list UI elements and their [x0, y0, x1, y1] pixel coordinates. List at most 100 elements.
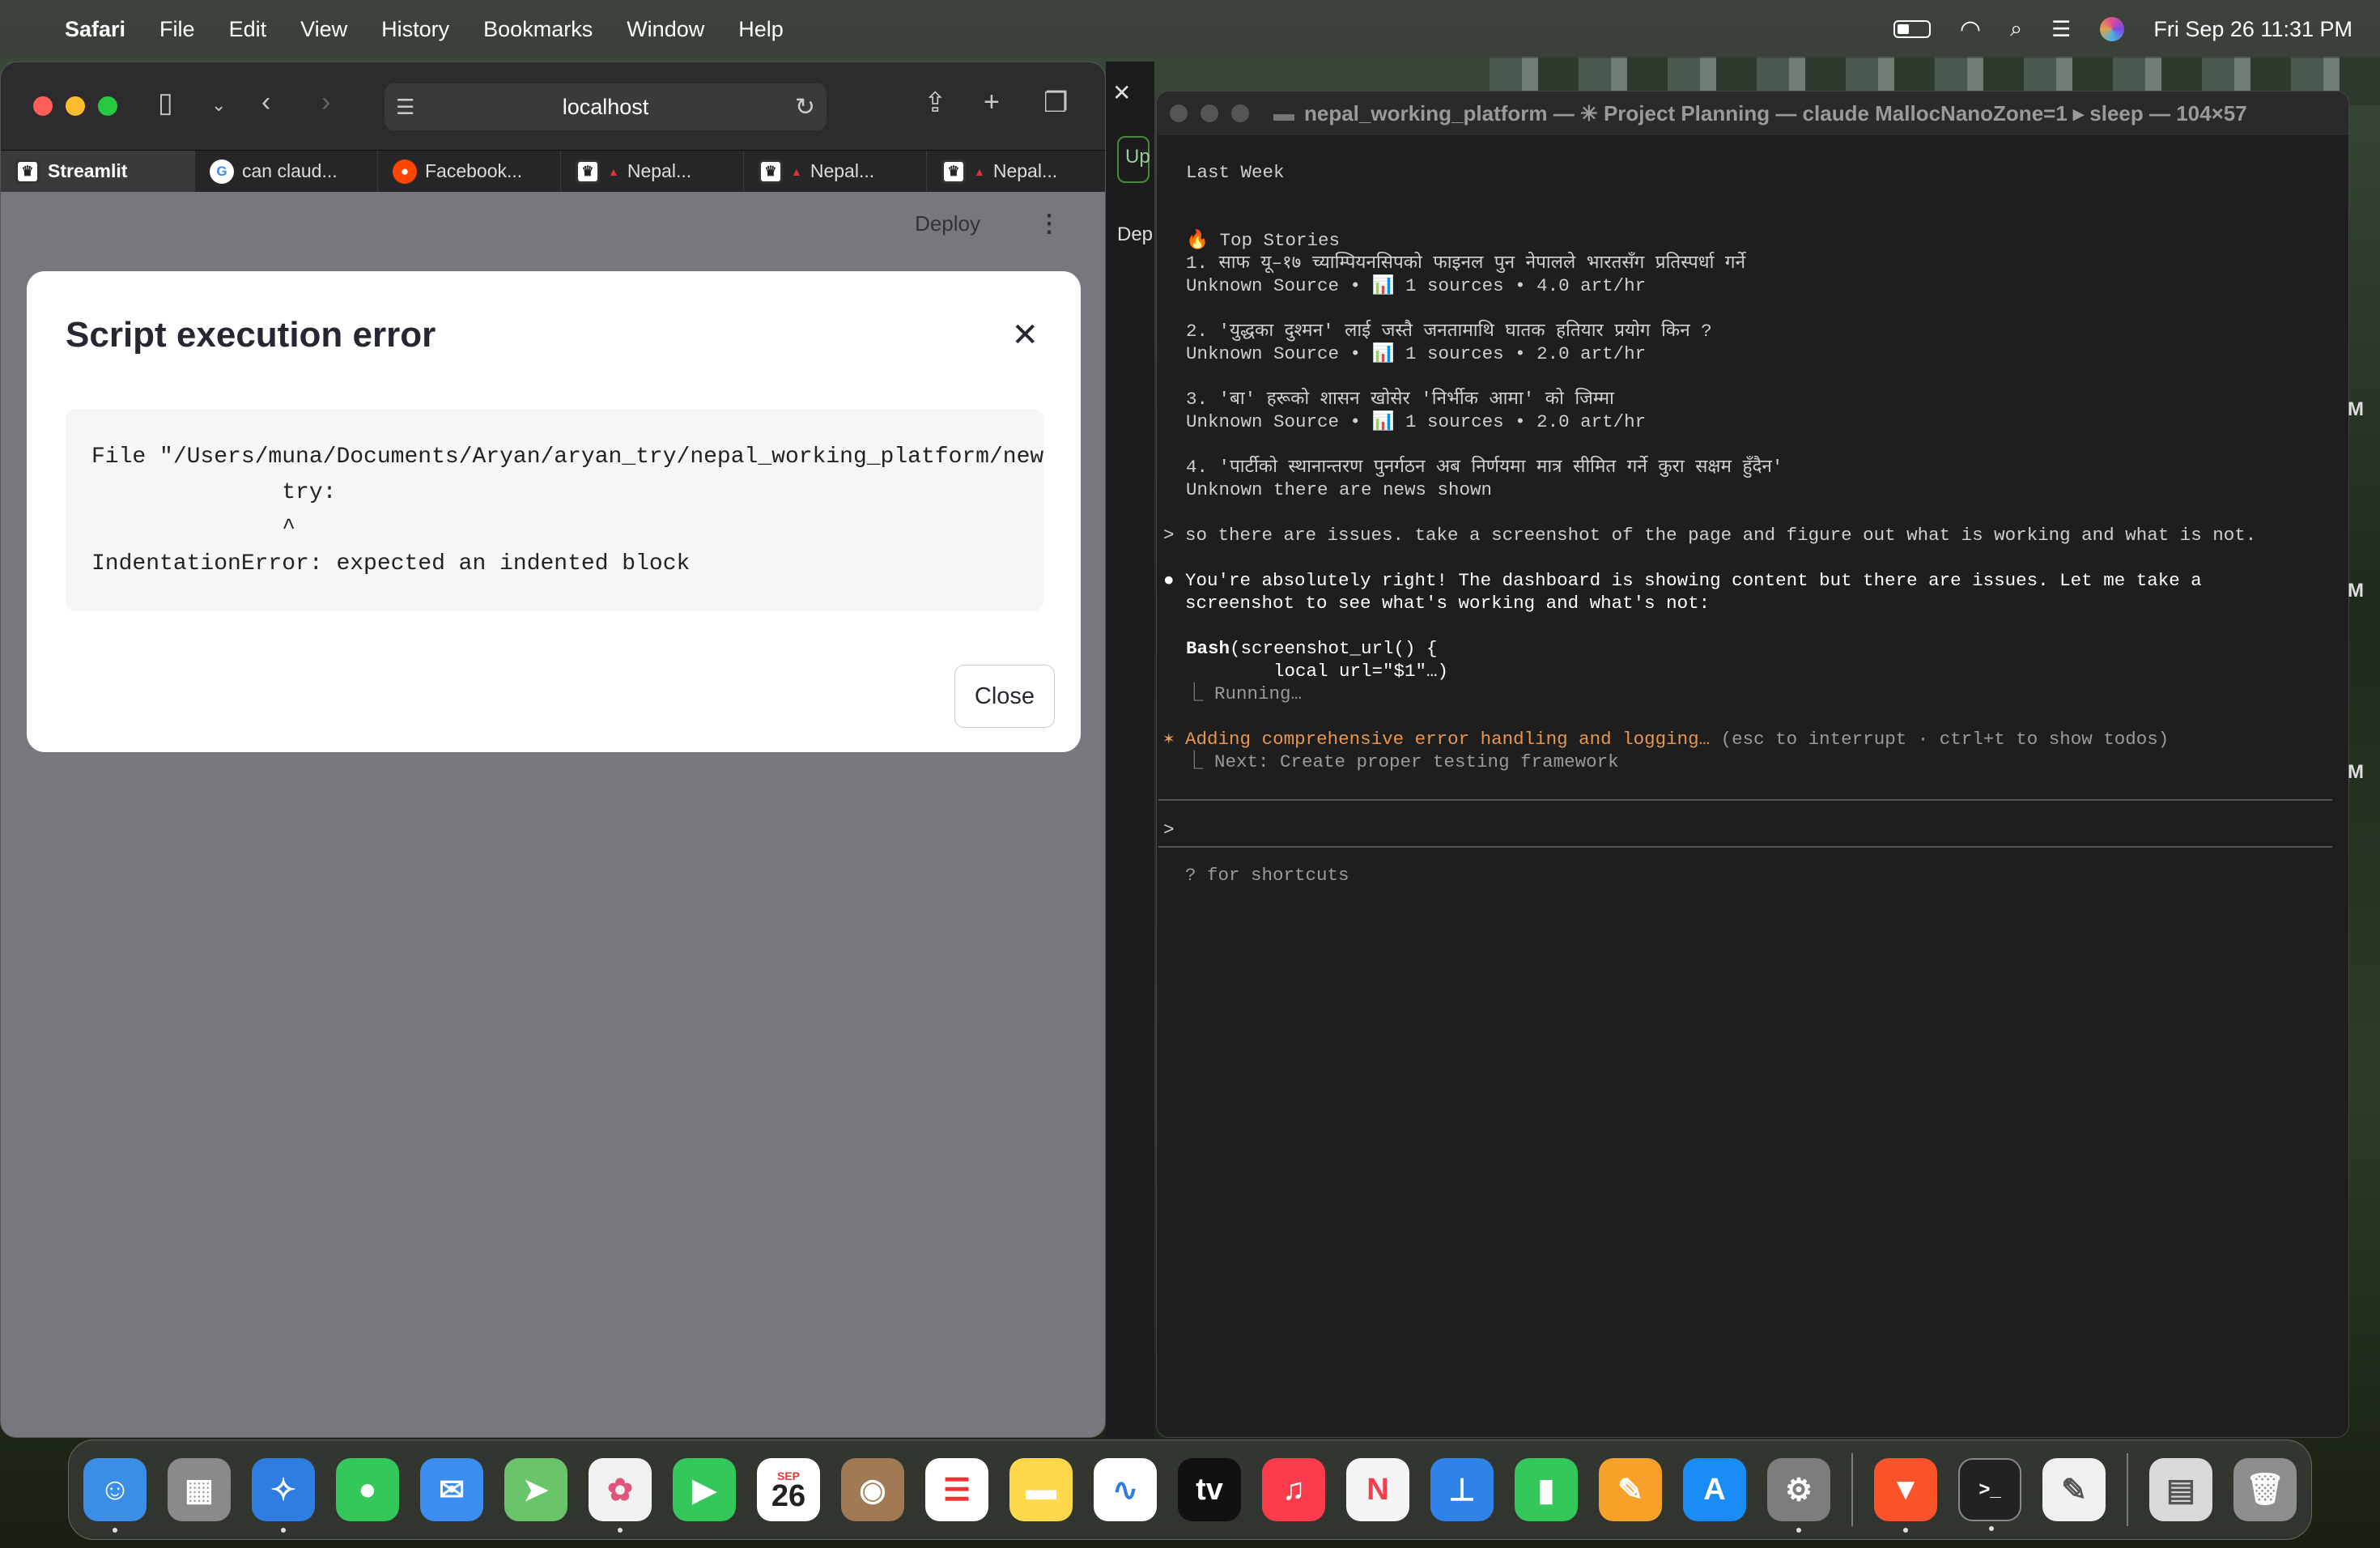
system-settings-icon[interactable]: ⚙: [1767, 1458, 1830, 1533]
textedit-icon[interactable]: ✎: [2042, 1458, 2106, 1521]
background-window-edge: ✕ Up Dep: [1106, 62, 1154, 1438]
folder-icon: ▬: [1273, 100, 1294, 125]
new-tab-icon[interactable]: +: [984, 87, 1000, 118]
address-bar[interactable]: ☰ localhost ↻: [385, 83, 827, 130]
tab-google[interactable]: G can claud...: [195, 151, 378, 192]
spotlight-search-icon[interactable]: ⌕: [2010, 16, 2022, 42]
error-traceback: File "/Users/muna/Documents/Aryan/aryan_…: [66, 409, 1043, 611]
menu-app-name[interactable]: Safari: [65, 17, 125, 42]
maps-icon[interactable]: ➤: [504, 1458, 567, 1521]
reddit-icon: ●: [393, 159, 417, 184]
minimize-window-button[interactable]: [66, 96, 85, 116]
control-center-icon[interactable]: ☰: [2051, 17, 2071, 42]
terminal-line: 2. 'युद्धका दुश्मन' लाई जस्तै जनतामाथि घ…: [1186, 321, 1712, 342]
pages-icon[interactable]: ✎: [1599, 1458, 1662, 1521]
more-menu-icon[interactable]: ⋮: [1037, 210, 1061, 238]
terminal-line: Unknown Source • 📊 1 sources • 4.0 art/h…: [1186, 275, 1647, 296]
next-task-line: ⎿ Next: Create proper testing framework: [1163, 751, 1619, 772]
reload-icon[interactable]: ↻: [795, 93, 815, 121]
tab-label: Facebook...: [425, 160, 523, 181]
nepal-flag-icon: ▲: [974, 164, 985, 178]
offscreen-letter: M: [2348, 398, 2364, 420]
keynote-icon[interactable]: ⊥: [1430, 1458, 1494, 1521]
chevron-down-icon[interactable]: ⌄: [211, 95, 226, 116]
streamlit-icon: ♛: [759, 159, 783, 184]
tv-label: tv: [1196, 1472, 1223, 1507]
menu-help[interactable]: Help: [738, 17, 784, 42]
notes-icon[interactable]: ▬: [1009, 1458, 1073, 1521]
calendar-icon[interactable]: SEP 26: [757, 1458, 820, 1521]
wifi-icon[interactable]: ◠: [1960, 15, 1981, 44]
tab-nepal-3[interactable]: ♛ ▲ Nepal...: [927, 151, 1105, 192]
app-store-icon[interactable]: A: [1683, 1458, 1746, 1521]
menu-window[interactable]: Window: [627, 17, 704, 42]
terminal-line: Unknown there are news shown: [1186, 479, 1493, 500]
share-icon[interactable]: ⇪: [924, 87, 947, 119]
facetime-icon[interactable]: ▶: [673, 1458, 736, 1521]
menu-file[interactable]: File: [159, 17, 195, 42]
offscreen-letter: M: [2348, 580, 2364, 602]
close-icon[interactable]: ✕: [1112, 79, 1131, 106]
close-window-button[interactable]: [1170, 104, 1188, 122]
tab-reddit[interactable]: ● Facebook...: [378, 151, 561, 192]
contacts-icon[interactable]: ◉: [841, 1458, 904, 1521]
forward-icon[interactable]: ›: [321, 87, 330, 118]
page-menu-icon[interactable]: ☰: [396, 95, 414, 120]
sidebar-toggle-icon[interactable]: ▯: [158, 87, 173, 119]
traceback-line: ^: [91, 516, 296, 541]
reminders-icon[interactable]: ☰: [925, 1458, 988, 1521]
deploy-button[interactable]: Deploy: [915, 211, 980, 236]
tab-nepal-2[interactable]: ♛ ▲ Nepal...: [744, 151, 927, 192]
zoom-window-button[interactable]: [1231, 104, 1249, 122]
minimize-window-button[interactable]: [1201, 104, 1218, 122]
terminal-icon[interactable]: >_: [1958, 1458, 2021, 1531]
status-hint: (esc to interrupt · ctrl+t to show todos…: [1710, 729, 2170, 750]
address-bar-text[interactable]: localhost: [563, 95, 649, 120]
tab-streamlit[interactable]: ♛ Streamlit: [1, 151, 195, 192]
apple-tv-icon[interactable]: tv: [1178, 1458, 1241, 1521]
terminal-output[interactable]: Last Week 🔥 Top Stories 1. साफ यू–१७ च्य…: [1158, 161, 2332, 886]
terminal-titlebar[interactable]: ▬ nepal_working_platform — ✳ Project Pla…: [1157, 91, 2348, 135]
close-icon[interactable]: ✕: [1011, 317, 1039, 354]
tab-label: Nepal...: [992, 160, 1058, 181]
tab-label: Nepal...: [810, 160, 875, 181]
zoom-window-button[interactable]: [98, 96, 117, 116]
error-dialog: Script execution error ✕ File "/Users/mu…: [27, 271, 1081, 752]
streamlit-icon: ♛: [941, 159, 966, 184]
input-prompt[interactable]: >: [1163, 819, 1175, 841]
background-button[interactable]: Up: [1117, 136, 1150, 183]
trash-icon[interactable]: 🗑: [2233, 1458, 2297, 1521]
photos-icon[interactable]: ✿: [589, 1458, 652, 1533]
tab-overview-icon[interactable]: ❐: [1043, 87, 1068, 119]
menu-clock[interactable]: Fri Sep 26 11:31 PM: [2153, 17, 2352, 42]
terminal-line: 1. साफ यू–१७ च्याम्पियनसिपको फाइनल पुन न…: [1186, 253, 1746, 274]
tab-nepal-1[interactable]: ♛ ▲ Nepal...: [561, 151, 744, 192]
siri-icon[interactable]: [2100, 17, 2125, 41]
battery-icon[interactable]: [1893, 20, 1931, 38]
numbers-icon[interactable]: ▮: [1515, 1458, 1578, 1521]
finder-icon[interactable]: ☺: [83, 1458, 147, 1533]
menu-bookmarks[interactable]: Bookmarks: [483, 17, 593, 42]
tab-label: Nepal...: [627, 160, 692, 181]
freeform-icon[interactable]: ∿: [1094, 1458, 1157, 1521]
safari-window: ▯ ⌄ ‹ › ☰ localhost ↻ ⇪ + ❐ ♛ Streamlit …: [0, 62, 1106, 1438]
safari-icon[interactable]: ✧: [252, 1458, 315, 1533]
messages-icon[interactable]: ●: [336, 1458, 399, 1521]
mail-icon[interactable]: ✉: [420, 1458, 483, 1521]
status-text: ✶ Adding comprehensive error handling an…: [1163, 729, 1711, 750]
dock-separator: [1851, 1453, 1853, 1526]
dock-separator: [2127, 1453, 2128, 1526]
preview-icon[interactable]: ▤: [2149, 1458, 2212, 1521]
news-icon[interactable]: N: [1346, 1458, 1409, 1521]
brave-browser-icon[interactable]: ▼: [1874, 1458, 1937, 1533]
launchpad-icon[interactable]: ▦: [168, 1458, 231, 1521]
menu-history[interactable]: History: [381, 17, 449, 42]
traceback-line: try:: [91, 480, 337, 505]
close-button[interactable]: Close: [954, 665, 1055, 728]
close-window-button[interactable]: [33, 96, 53, 116]
music-icon[interactable]: ♫: [1262, 1458, 1325, 1521]
back-icon[interactable]: ‹: [261, 87, 270, 118]
menu-edit[interactable]: Edit: [229, 17, 267, 42]
menu-view[interactable]: View: [300, 17, 347, 42]
user-prompt-line: > so there are issues. take a screenshot…: [1163, 525, 2257, 546]
